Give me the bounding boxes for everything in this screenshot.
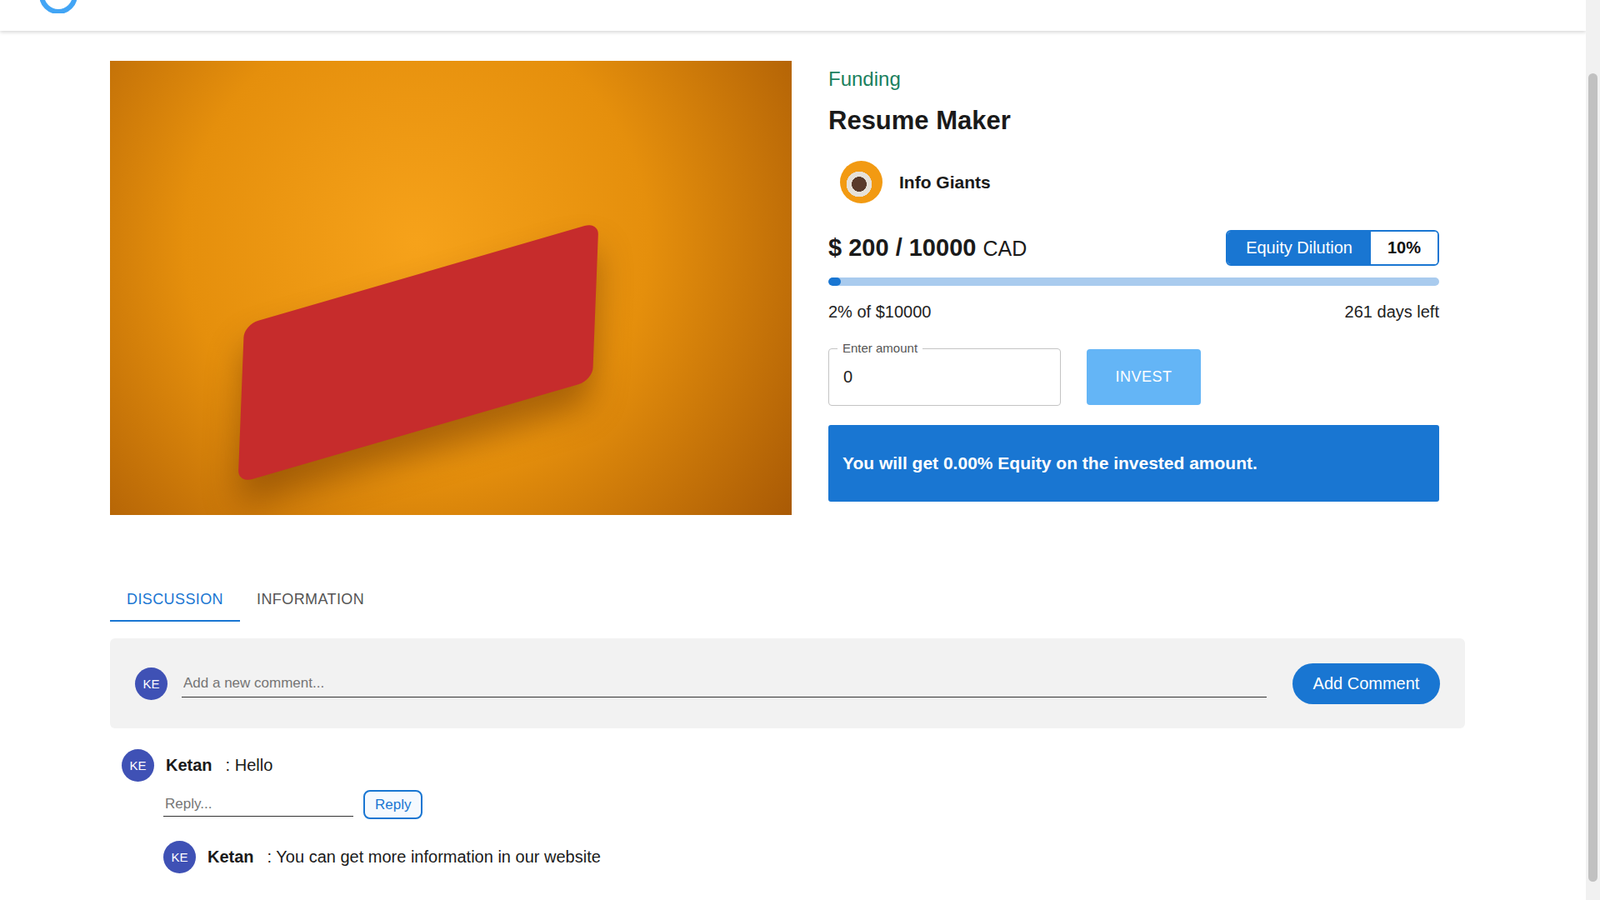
equity-value: 10% <box>1370 231 1438 265</box>
comment-text: : Hello <box>225 755 274 775</box>
project-title: Resume Maker <box>828 105 1440 136</box>
comment: KE Ketan : Hello Reply KE Ketan : You ca… <box>110 749 1465 874</box>
reply-author: Ketan <box>207 847 255 867</box>
scrollbar[interactable] <box>1585 0 1600 900</box>
owner-avatar[interactable] <box>840 160 883 204</box>
amount-input[interactable] <box>829 367 1060 387</box>
equity-label: Equity Dilution <box>1227 231 1371 265</box>
page: Funding Resume Maker Info Giants $ 200 /… <box>0 0 1600 900</box>
scrollbar-thumb[interactable] <box>1588 73 1598 882</box>
photo-shape <box>238 221 600 484</box>
project-image <box>110 60 792 515</box>
invest-button[interactable]: INVEST <box>1086 349 1201 405</box>
progress-info: 2% of $10000 261 days left <box>828 302 1440 322</box>
tab[interactable]: DISCUSSION <box>110 579 240 622</box>
tab[interactable]: INFORMATION <box>240 579 381 622</box>
logo-icon[interactable] <box>40 0 77 14</box>
reply-text: : You can get more information in our we… <box>267 847 601 867</box>
user-avatar: KE <box>135 667 168 700</box>
status-label: Funding <box>828 67 1440 91</box>
reply-button[interactable]: Reply <box>363 790 423 820</box>
reply-input[interactable] <box>163 792 354 817</box>
equity-badge: Equity Dilution 10% <box>1225 230 1440 266</box>
progress-fill <box>828 277 841 286</box>
reply-avatar: KE <box>163 840 196 874</box>
comment-line: KE Ketan : Hello <box>121 749 1465 782</box>
raised-amount: $ 200 / 10000 CAD <box>828 234 1027 262</box>
comment-avatar: KE <box>121 749 155 782</box>
reply-row: Reply <box>121 790 1465 820</box>
invest-row: Enter amount INVEST <box>828 348 1440 406</box>
content: Funding Resume Maker Info Giants $ 200 /… <box>110 30 1465 874</box>
amount-label: Enter amount <box>837 340 923 355</box>
progress-bar <box>828 277 1440 286</box>
tabs: DISCUSSIONINFORMATION <box>110 579 1465 622</box>
amount-field[interactable]: Enter amount <box>828 348 1061 406</box>
add-comment-button[interactable]: Add Comment <box>1292 663 1440 705</box>
project-details: Funding Resume Maker Info Giants $ 200 /… <box>828 60 1440 515</box>
comment-author: Ketan <box>165 755 213 775</box>
comment-box: KE Add Comment <box>110 638 1465 729</box>
owner-row[interactable]: Info Giants <box>828 160 1440 204</box>
progress-text: 2% of $10000 <box>828 302 931 322</box>
raise-row: $ 200 / 10000 CAD Equity Dilution 10% <box>828 230 1440 266</box>
days-left: 261 days left <box>1345 302 1440 322</box>
main-area: Funding Resume Maker Info Giants $ 200 /… <box>0 0 1586 900</box>
equity-note: You will get 0.00% Equity on the investe… <box>828 425 1440 502</box>
project-section: Funding Resume Maker Info Giants $ 200 /… <box>110 60 1465 515</box>
owner-name[interactable]: Info Giants <box>899 172 991 193</box>
comment-input[interactable] <box>181 670 1267 698</box>
top-bar <box>0 0 1586 31</box>
reply: KE Ketan : You can get more information … <box>121 840 1465 874</box>
